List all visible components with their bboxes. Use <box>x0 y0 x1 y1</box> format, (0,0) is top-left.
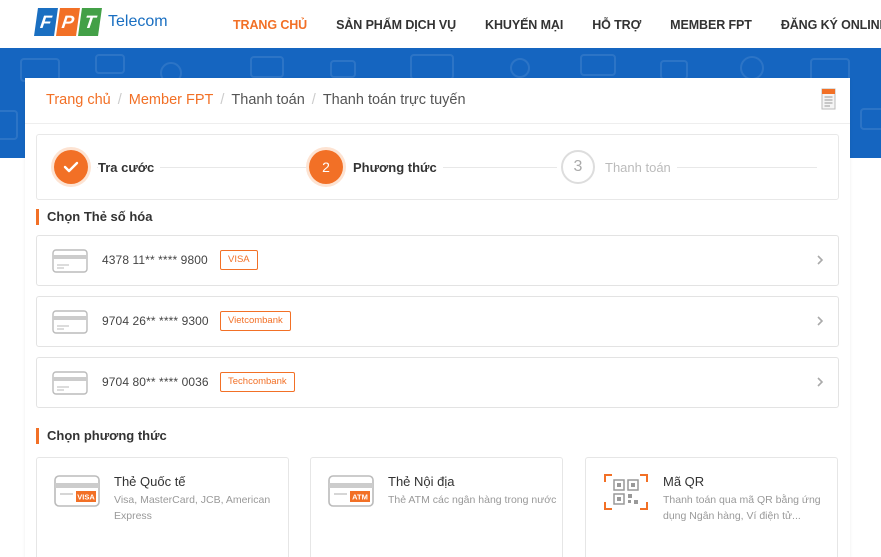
step-label: Phương thức <box>353 159 443 175</box>
method-description: Visa, MasterCard, JCB, American Express <box>114 494 271 522</box>
decorative-pattern-icon <box>0 110 18 140</box>
card-bank-badge: Techcombank <box>220 372 295 392</box>
nav-home[interactable]: TRANG CHỦ <box>233 18 307 32</box>
payment-stepper: Tra cước 2 Phương thức 3 Thanh toán <box>36 134 839 200</box>
check-icon <box>54 150 88 184</box>
step-lookup: Tra cước <box>54 150 161 184</box>
step-payment: 3 Thanh toán <box>561 150 677 184</box>
step-label: Tra cước <box>98 159 161 175</box>
breadcrumb-separator: / <box>220 92 225 108</box>
nav-support[interactable]: HỖ TRỢ <box>592 18 641 32</box>
logo-letter-t: T <box>78 8 102 36</box>
saved-cards-title: Chọn Thẻ số hóa <box>36 209 152 225</box>
nav-products-services[interactable]: SẢN PHẨM DỊCH VỤ <box>336 18 456 32</box>
qr-code-icon <box>604 474 648 510</box>
decorative-pattern-icon <box>510 58 530 78</box>
breadcrumb-online-payment: Thanh toán trực tuyến <box>322 92 466 108</box>
visa-tag: VISA <box>77 493 95 502</box>
credit-card-icon <box>52 249 88 273</box>
method-description: Thanh toán qua mã QR bằng ứng dụng Ngân … <box>663 494 821 522</box>
breadcrumb: Trang chủ / Member FPT / Thanh toán / Th… <box>46 92 466 108</box>
breadcrumb-separator: / <box>311 92 316 108</box>
breadcrumb-payment: Thanh toán <box>231 92 305 108</box>
chevron-right-icon <box>817 255 824 265</box>
atm-tag: ATM <box>352 493 368 502</box>
card-number: 4378 11** **** 9800 <box>102 253 208 267</box>
decorative-pattern-icon <box>580 54 616 76</box>
decorative-pattern-icon <box>860 108 881 130</box>
payment-card-panel: Trang chủ / Member FPT / Thanh toán / Th… <box>25 78 850 557</box>
fpt-logo-mark: F P T <box>34 8 102 36</box>
step-number: 2 <box>309 150 343 184</box>
saved-card-row[interactable]: 4378 11** **** 9800 VISA <box>36 235 839 286</box>
decorative-pattern-icon <box>250 56 284 78</box>
step-number: 3 <box>561 150 595 184</box>
logo-text: Telecom <box>108 13 168 30</box>
method-description: Thẻ ATM các ngân hàng trong nước <box>388 494 557 506</box>
bill-receipt-icon[interactable] <box>821 87 836 111</box>
method-domestic-card[interactable]: ATM Thẻ Nội địa Thẻ ATM các ngân hàng tr… <box>310 457 563 557</box>
divider <box>25 123 850 124</box>
chevron-right-icon <box>817 316 824 326</box>
logo-letter-f: F <box>34 8 58 36</box>
payment-methods-title: Chọn phương thức <box>36 428 167 444</box>
saved-card-row[interactable]: 9704 80** **** 0036 Techcombank <box>36 357 839 408</box>
breadcrumb-member-fpt[interactable]: Member FPT <box>129 92 214 108</box>
decorative-pattern-icon <box>740 56 764 80</box>
breadcrumb-home[interactable]: Trang chủ <box>46 92 111 108</box>
breadcrumb-separator: / <box>117 92 122 108</box>
nav-member-fpt[interactable]: MEMBER FPT <box>670 18 752 32</box>
decorative-pattern-icon <box>95 54 125 74</box>
visa-card-icon: VISA <box>54 475 100 507</box>
method-title: Thẻ Nội địa <box>388 474 455 489</box>
card-bank-badge: Vietcombank <box>220 311 291 331</box>
card-number: 9704 80** **** 0036 <box>102 375 209 389</box>
method-title: Mã QR <box>663 474 705 489</box>
site-header: F P T Telecom TRANG CHỦ SẢN PHẨM DỊCH VỤ… <box>0 0 881 48</box>
decorative-pattern-icon <box>330 60 356 78</box>
chevron-right-icon <box>817 377 824 387</box>
saved-card-row[interactable]: 9704 26** **** 9300 Vietcombank <box>36 296 839 347</box>
decorative-pattern-icon <box>660 60 688 80</box>
decorative-pattern-icon <box>410 54 454 80</box>
main-nav: TRANG CHỦ SẢN PHẨM DỊCH VỤ KHUYẾN MẠI HỖ… <box>233 18 881 32</box>
credit-card-icon <box>52 371 88 395</box>
card-bank-badge: VISA <box>220 250 258 270</box>
credit-card-icon <box>52 310 88 334</box>
method-title: Thẻ Quốc tế <box>114 474 186 489</box>
atm-card-icon: ATM <box>328 475 374 507</box>
method-qr-code[interactable]: Mã QR Thanh toán qua mã QR bằng ứng dụng… <box>585 457 838 557</box>
step-method: 2 Phương thức <box>309 150 443 184</box>
fpt-telecom-logo[interactable]: F P T Telecom <box>34 8 168 36</box>
nav-online-register[interactable]: ĐĂNG KÝ ONLINE <box>781 18 881 32</box>
nav-promotions[interactable]: KHUYẾN MẠI <box>485 18 563 32</box>
method-international-card[interactable]: VISA Thẻ Quốc tế Visa, MasterCard, JCB, … <box>36 457 289 557</box>
card-number: 9704 26** **** 9300 <box>102 314 209 328</box>
logo-letter-p: P <box>56 8 80 36</box>
step-label: Thanh toán <box>605 159 677 175</box>
